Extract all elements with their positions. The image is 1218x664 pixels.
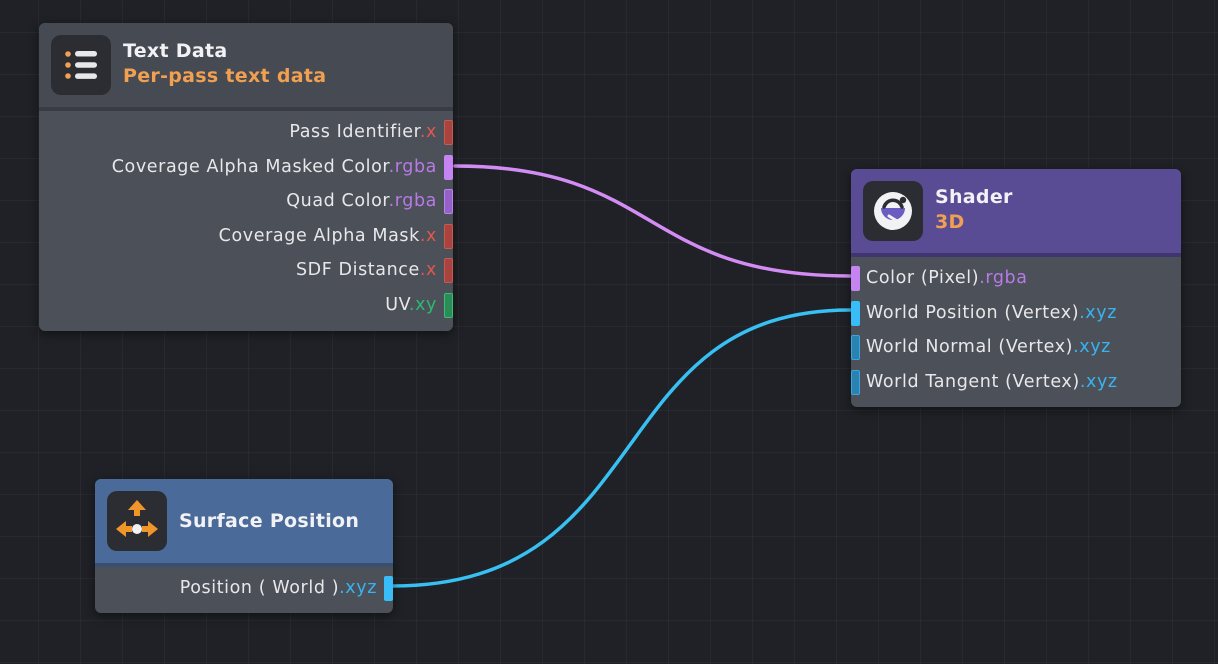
output-port-pass-identifier[interactable]: Pass Identifier.x — [39, 115, 453, 150]
output-port-position-world[interactable]: Position ( World ).xyz — [95, 571, 393, 606]
port-swizzle: .x — [419, 122, 437, 142]
port-swizzle: .xyz — [1079, 302, 1117, 323]
port-label: World Tangent (Vertex) — [866, 371, 1080, 392]
port-label: World Position (Vertex) — [866, 302, 1080, 323]
port-label: Pass Identifier — [289, 122, 420, 142]
output-port-coverage-alpha-mask[interactable]: Coverage Alpha Mask.x — [39, 219, 453, 254]
input-socket[interactable] — [851, 266, 860, 291]
output-ports: Position ( World ).xyz — [95, 567, 393, 606]
surface-position-node[interactable]: Surface Position Position ( World ).xyz — [95, 479, 393, 613]
input-port-world-tangent-vertex[interactable]: World Tangent (Vertex).xyz — [851, 365, 1181, 400]
port-swizzle: .rgba — [388, 191, 437, 212]
output-port-uv[interactable]: UV.xy — [39, 288, 453, 323]
node-header[interactable]: Text Data Per-pass text data — [39, 23, 453, 111]
port-swizzle: .xy — [408, 294, 437, 315]
input-socket[interactable] — [851, 335, 860, 361]
output-socket[interactable] — [444, 258, 453, 284]
shader-node[interactable]: Shader 3D Color (Pixel).rgba World Posit… — [851, 169, 1181, 407]
output-port-coverage-alpha-masked-color[interactable]: Coverage Alpha Masked Color.rgba — [39, 150, 453, 185]
output-socket[interactable] — [444, 120, 453, 145]
output-ports: Pass Identifier.x Coverage Alpha Masked … — [39, 111, 453, 323]
shader-icon — [863, 181, 923, 241]
wire-position-world-to-world-position-vertex[interactable] — [390, 308, 852, 588]
port-label: Quad Color — [286, 191, 389, 212]
port-label: Coverage Alpha Masked Color — [111, 156, 389, 177]
port-label: Coverage Alpha Mask — [218, 225, 420, 246]
input-ports: Color (Pixel).rgba World Position (Verte… — [851, 257, 1181, 399]
output-socket[interactable] — [384, 576, 393, 601]
port-label: Color (Pixel) — [866, 268, 980, 288]
port-label: UV — [385, 294, 409, 315]
node-header[interactable]: Shader 3D — [851, 169, 1181, 257]
output-socket[interactable] — [444, 154, 453, 180]
input-port-world-position-vertex[interactable]: World Position (Vertex).xyz — [851, 296, 1181, 331]
port-swizzle: .rgba — [388, 156, 437, 177]
port-label: SDF Distance — [295, 260, 420, 281]
wire-coverage-alpha-masked-color-to-color-pixel[interactable] — [453, 164, 852, 278]
node-subtitle: Per-pass text data — [123, 65, 327, 87]
output-port-sdf-distance[interactable]: SDF Distance.x — [39, 253, 453, 288]
input-socket[interactable] — [851, 300, 860, 326]
node-title: Surface Position — [179, 510, 360, 532]
port-swizzle: .xyz — [1073, 337, 1111, 358]
output-socket[interactable] — [444, 292, 453, 318]
output-socket[interactable] — [444, 189, 453, 215]
port-swizzle: .xyz — [339, 578, 377, 598]
port-swizzle: .xyz — [1079, 371, 1118, 392]
output-port-quad-color[interactable]: Quad Color.rgba — [39, 184, 453, 219]
list-icon — [51, 35, 111, 95]
port-swizzle: .rgba — [979, 268, 1028, 288]
port-label: World Normal (Vertex) — [866, 337, 1074, 358]
text-data-node[interactable]: Text Data Per-pass text data Pass Identi… — [39, 23, 453, 331]
input-socket[interactable] — [851, 369, 860, 395]
port-swizzle: .x — [419, 260, 437, 281]
input-port-world-normal-vertex[interactable]: World Normal (Vertex).xyz — [851, 330, 1181, 365]
port-swizzle: .x — [419, 225, 437, 246]
port-label: Position ( World ) — [179, 578, 340, 598]
node-title: Text Data — [123, 40, 228, 62]
move-arrows-icon — [107, 491, 167, 551]
output-socket[interactable] — [444, 223, 453, 249]
node-title: Shader — [935, 186, 1013, 208]
node-header[interactable]: Surface Position — [95, 479, 393, 567]
input-port-color-pixel[interactable]: Color (Pixel).rgba — [851, 261, 1181, 296]
node-subtitle: 3D — [935, 211, 965, 233]
